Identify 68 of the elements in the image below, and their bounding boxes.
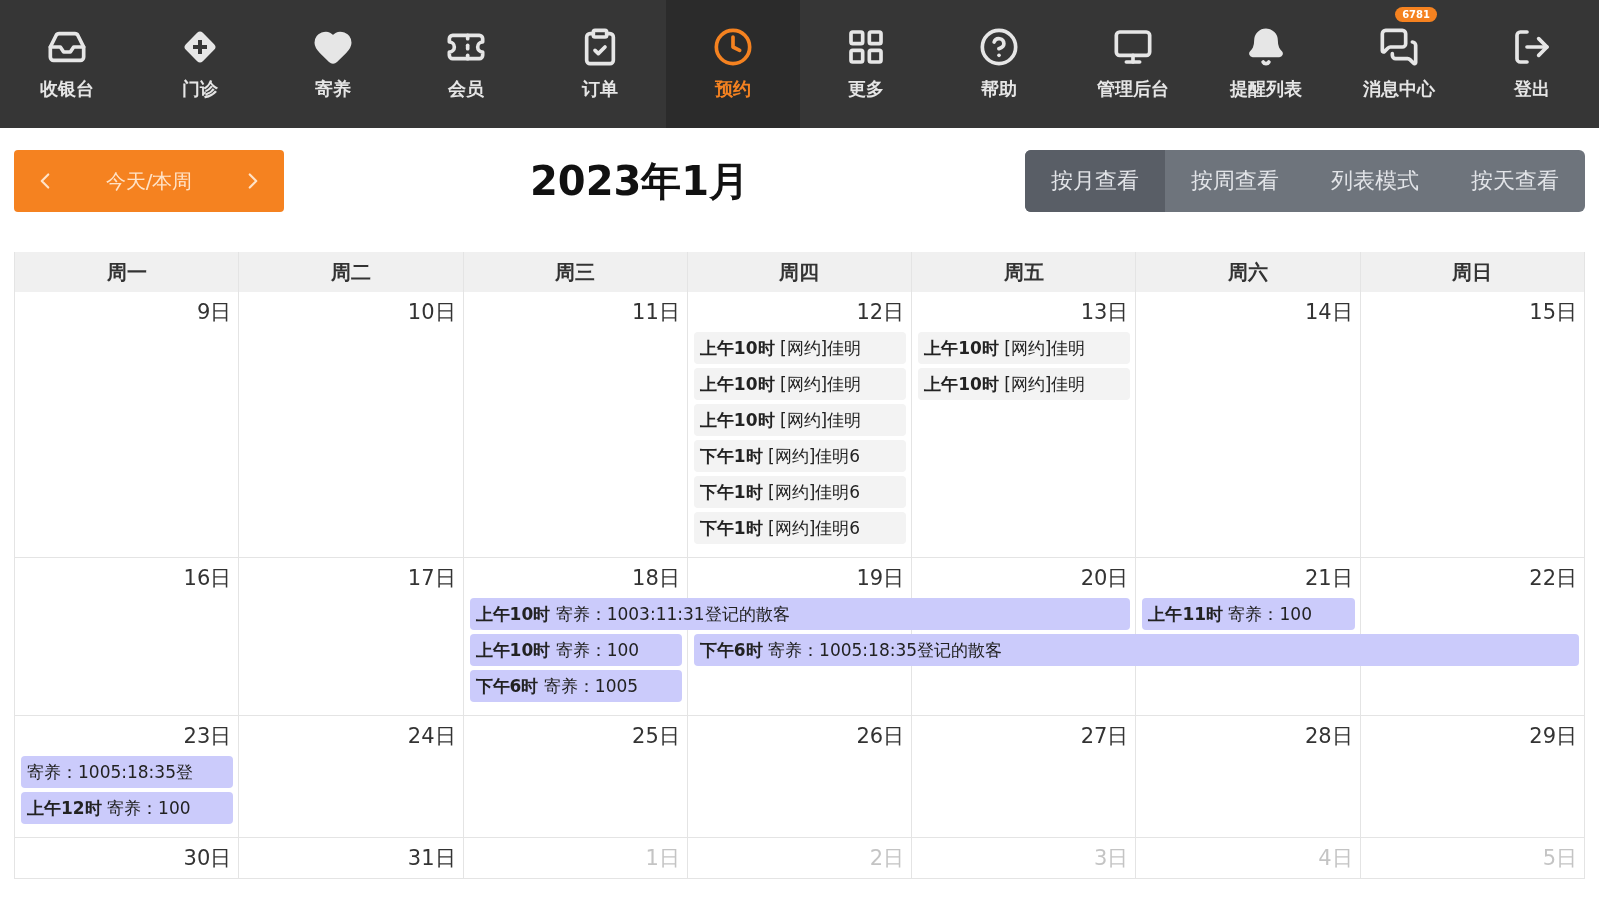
- calendar-event[interactable]: 上午11时 寄养：100: [1142, 598, 1355, 630]
- weekday-header: 周日: [1360, 252, 1585, 292]
- count-badge: 6781: [1395, 7, 1437, 22]
- nav-item[interactable]: 更多: [799, 0, 933, 128]
- weekday-header: 周三: [463, 252, 688, 292]
- day-number: 9日: [195, 299, 233, 326]
- day-number: 27日: [1079, 723, 1130, 750]
- calendar-event[interactable]: 寄养：1005:18:35登: [21, 756, 234, 788]
- weekday-header: 周二: [239, 252, 464, 292]
- nav-item[interactable]: 寄养: [266, 0, 400, 128]
- day-number: 26日: [855, 723, 906, 750]
- view-tab[interactable]: 按月查看: [1025, 150, 1165, 212]
- calendar-event[interactable]: 上午10时 寄养：1003:11:31登记的散客: [469, 598, 1131, 630]
- day-number: 25日: [631, 723, 681, 750]
- calendar-event[interactable]: 下午6时 寄养：1005: [469, 670, 682, 702]
- day-number: 19日: [855, 565, 906, 592]
- day-number: 10日: [406, 299, 457, 326]
- nav-item[interactable]: 6781 消息中心: [1332, 0, 1466, 128]
- day-number: 28日: [1303, 723, 1354, 750]
- calendar-event[interactable]: 上午10时 [网约]佳明: [693, 404, 907, 436]
- day-number: 31日: [406, 845, 457, 872]
- nav-item[interactable]: 帮助: [932, 0, 1066, 128]
- day-number: 13日: [1079, 299, 1130, 326]
- nav-item[interactable]: 预约: [666, 0, 800, 128]
- day-number: 23日: [182, 723, 233, 750]
- calendar-event[interactable]: 上午10时 [网约]佳明: [693, 332, 907, 364]
- nav-item[interactable]: 登出: [1465, 0, 1599, 128]
- day-number: 12日: [855, 299, 906, 326]
- day-number: 15日: [1528, 299, 1578, 326]
- calendar-event[interactable]: 上午10时 [网约]佳明: [918, 332, 1131, 364]
- day-number: 30日: [182, 845, 233, 872]
- nav-item[interactable]: 收银台: [0, 0, 134, 128]
- nav-item[interactable]: 门诊: [133, 0, 267, 128]
- calendar-event[interactable]: 上午10时 [网约]佳明: [918, 368, 1131, 400]
- weekday-header: 周一: [15, 252, 240, 292]
- day-number: 5日: [1541, 845, 1578, 872]
- weekday-header: 周四: [687, 252, 913, 292]
- day-number: 4日: [1317, 845, 1354, 872]
- calendar-event[interactable]: 下午1时 [网约]佳明6: [693, 440, 907, 472]
- nav-item[interactable]: 提醒列表: [1199, 0, 1333, 128]
- day-number: 1日: [644, 845, 681, 872]
- calendar-event[interactable]: 下午1时 [网约]佳明6: [693, 512, 907, 544]
- day-number: 3日: [1093, 845, 1130, 872]
- view-tab[interactable]: 按周查看: [1165, 150, 1305, 212]
- day-number: 11日: [631, 299, 681, 326]
- calendar-event[interactable]: 上午10时 寄养：100: [469, 634, 682, 666]
- day-number: 20日: [1079, 565, 1130, 592]
- nav-item[interactable]: 订单: [533, 0, 667, 128]
- view-tab[interactable]: 按天查看: [1445, 150, 1585, 212]
- weekday-header: 周五: [912, 252, 1137, 292]
- day-number: 24日: [406, 723, 457, 750]
- calendar-event[interactable]: 上午12时 寄养：100: [21, 792, 234, 824]
- day-number: 16日: [182, 565, 233, 592]
- day-number: 21日: [1303, 565, 1354, 592]
- day-number: 22日: [1528, 565, 1578, 592]
- calendar-event[interactable]: 下午1时 [网约]佳明6: [693, 476, 907, 508]
- day-number: 29日: [1528, 723, 1578, 750]
- month-title: 2023年1月: [529, 156, 751, 206]
- day-number: 14日: [1303, 299, 1354, 326]
- nav-item[interactable]: 会员: [399, 0, 533, 128]
- calendar-event[interactable]: 下午6时 寄养：1005:18:35登记的散客: [693, 634, 1579, 666]
- day-number: 17日: [406, 565, 457, 592]
- view-tab[interactable]: 列表模式: [1305, 150, 1445, 212]
- day-number: 18日: [631, 565, 681, 592]
- day-number: 2日: [868, 845, 906, 872]
- nav-item[interactable]: 管理后台: [1066, 0, 1200, 128]
- weekday-header: 周六: [1136, 252, 1361, 292]
- calendar-event[interactable]: 上午10时 [网约]佳明: [693, 368, 907, 400]
